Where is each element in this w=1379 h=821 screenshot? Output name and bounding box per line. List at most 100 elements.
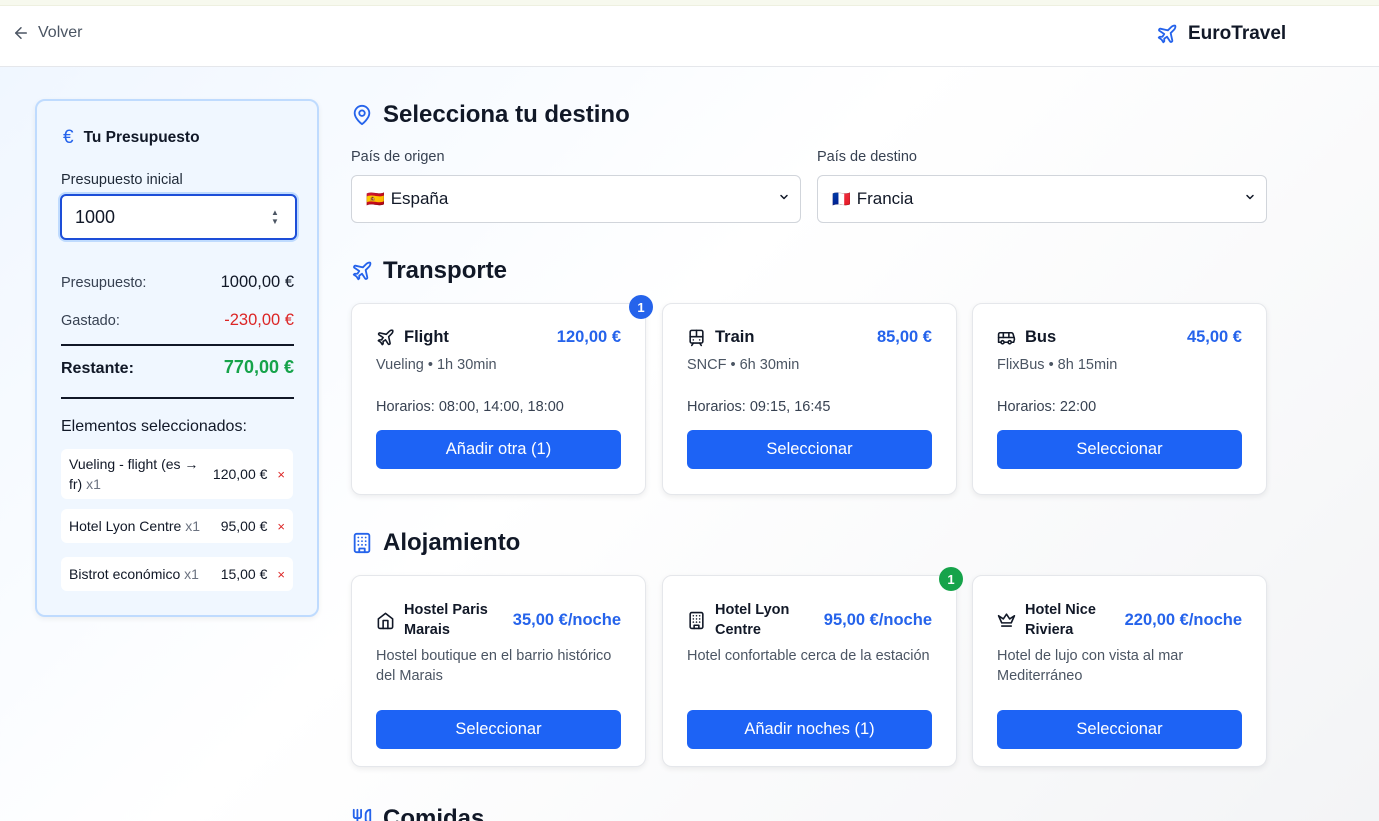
meals-heading: Comidas	[351, 805, 484, 821]
transport-card-bus: Bus 45,00 € FlixBus • 8h 15min Horarios:…	[972, 303, 1267, 495]
lodging-name: Centre	[715, 622, 761, 638]
app-header: Volver EuroTravel	[0, 6, 1379, 67]
lodging-price: 220,00 €/noche	[1124, 610, 1242, 629]
remaining-value: 770,00 €	[223, 357, 294, 377]
count-badge: 1	[939, 567, 963, 591]
utensils-icon	[352, 808, 372, 821]
transport-details: FlixBus • 8h 15min	[997, 357, 1118, 373]
selected-item-qty: x1	[86, 476, 101, 492]
lodging-card-hotel-lyon: Hotel Lyon Centre 95,00 €/noche Hotel con…	[662, 575, 957, 767]
transport-schedule: Horarios: 09:15, 16:45	[687, 399, 831, 415]
selected-item-price: 120,00 €	[212, 466, 268, 482]
remove-item-button[interactable]: ×	[277, 567, 285, 582]
selected-item-price: 15,00 €	[220, 566, 268, 582]
building-icon	[353, 532, 371, 554]
bus-icon	[997, 331, 1016, 345]
destination-label: País de destino	[817, 149, 917, 165]
transport-schedule: Horarios: 22:00	[997, 399, 1097, 415]
transport-price: 120,00 €	[556, 328, 621, 346]
remaining-row: Restante: 770,00 €	[61, 357, 294, 378]
selected-items-title: Elementos seleccionados:	[61, 418, 247, 435]
transport-title: Transporte	[383, 257, 508, 284]
destination-value: Francia	[856, 189, 914, 208]
initial-budget-input[interactable]: 1000 ▲ ▼	[60, 194, 297, 240]
lodging-name: Hotel Lyon	[715, 602, 790, 618]
selected-item-qty: x1	[184, 566, 199, 582]
chevron-down-icon	[780, 194, 788, 200]
select-button[interactable]: Seleccionar	[687, 430, 932, 469]
building-icon	[689, 611, 704, 629]
select-button[interactable]: Seleccionar	[376, 710, 621, 749]
home-icon	[377, 612, 394, 629]
plane-icon	[377, 329, 394, 346]
lodging-price: 95,00 €/noche	[823, 610, 932, 629]
initial-budget-value: 1000	[75, 207, 116, 227]
budget-panel: € Tu Presupuesto Presupuesto inicial 100…	[35, 99, 319, 617]
selected-item-name: Hotel Lyon Centre	[69, 518, 182, 534]
lodging-price: 35,00 €/noche	[512, 610, 621, 629]
transport-name: Flight	[404, 328, 449, 346]
chevron-down-icon	[1246, 194, 1254, 200]
spent-value: -230,00 €	[224, 311, 294, 329]
budget-label: Presupuesto:	[61, 275, 147, 291]
remove-item-button[interactable]: ×	[277, 519, 285, 534]
lodging-name: Riviera	[1025, 622, 1074, 638]
plane-icon	[1157, 24, 1177, 44]
arrow-left-icon	[15, 27, 27, 39]
budget-title-label: Tu Presupuesto	[83, 129, 200, 146]
destination-select[interactable]: 🇫🇷 Francia	[817, 175, 1267, 223]
transport-schedule: Horarios: 08:00, 14:00, 18:00	[376, 399, 564, 415]
add-nights-button[interactable]: Añadir noches (1)	[687, 710, 932, 749]
meals-title: Comidas	[383, 805, 485, 821]
spent-row: Gastado: -230,00 €	[61, 311, 294, 330]
divider	[61, 344, 294, 346]
transport-card-train: Train 85,00 € SNCF • 6h 30min Horarios: …	[662, 303, 957, 495]
lodging-description: Hotel de lujo con vista al mar Mediterrá…	[997, 648, 1184, 684]
transport-heading: Transporte	[351, 257, 507, 285]
lodging-card-hostel: Hostel Paris Marais 35,00 €/noche Hostel …	[351, 575, 646, 767]
lodging-title: Alojamiento	[383, 529, 521, 556]
budget-title: € Tu Presupuesto	[63, 127, 200, 149]
select-button[interactable]: Seleccionar	[997, 430, 1242, 469]
spent-label: Gastado:	[61, 313, 120, 329]
initial-budget-label: Presupuesto inicial	[61, 172, 183, 188]
selected-item-name: Bistrot económico	[69, 566, 181, 582]
map-pin-icon	[353, 104, 371, 126]
remove-item-button[interactable]: ×	[277, 467, 285, 482]
back-button[interactable]: Volver	[12, 24, 82, 42]
transport-price: 45,00 €	[1186, 328, 1242, 346]
transport-name: Bus	[1025, 328, 1057, 346]
origin-select[interactable]: 🇪🇸 España	[351, 175, 801, 223]
train-icon	[689, 329, 704, 347]
selected-item: Hotel Lyon Centre x1 95,00 € ×	[61, 509, 293, 543]
spain-flag-icon: 🇪🇸	[366, 191, 385, 208]
budget-row: Presupuesto: 1000,00 €	[61, 273, 294, 292]
transport-price: 85,00 €	[876, 328, 932, 346]
brand-logo: EuroTravel	[1156, 23, 1286, 45]
budget-value: 1000,00 €	[220, 273, 294, 291]
transport-details: SNCF • 6h 30min	[687, 357, 800, 373]
lodging-card-hotel-nice: Hotel Nice Riviera 220,00 €/noche Hotel d…	[972, 575, 1267, 767]
select-button[interactable]: Seleccionar	[997, 710, 1242, 749]
lodging-description: Hostel boutique en el barrio histórico d…	[376, 648, 612, 684]
brand-name: EuroTravel	[1188, 23, 1287, 44]
selected-item-price: 95,00 €	[220, 518, 268, 534]
lodging-name: Hotel Nice	[1025, 602, 1096, 618]
remaining-label: Restante:	[61, 360, 134, 377]
lodging-name: Marais	[404, 622, 450, 638]
transport-details: Vueling • 1h 30min	[376, 357, 497, 373]
transport-name: Train	[715, 328, 755, 346]
france-flag-icon: 🇫🇷	[832, 191, 851, 208]
crown-icon	[997, 612, 1016, 627]
number-stepper[interactable]: ▲ ▼	[270, 208, 280, 226]
plane-icon	[352, 261, 372, 281]
lodging-description: Hotel confortable cerca de la estación	[687, 648, 930, 664]
origin-label: País de origen	[351, 149, 445, 165]
lodging-name: Hostel Paris	[404, 602, 488, 618]
transport-card-flight: Flight 120,00 € Vueling • 1h 30min Horar…	[351, 303, 646, 495]
count-badge: 1	[629, 295, 653, 319]
destination-title: Selecciona tu destino	[383, 101, 630, 128]
destination-heading: Selecciona tu destino	[351, 101, 630, 129]
add-another-button[interactable]: Añadir otra (1)	[376, 430, 621, 469]
euro-icon: €	[63, 127, 74, 148]
